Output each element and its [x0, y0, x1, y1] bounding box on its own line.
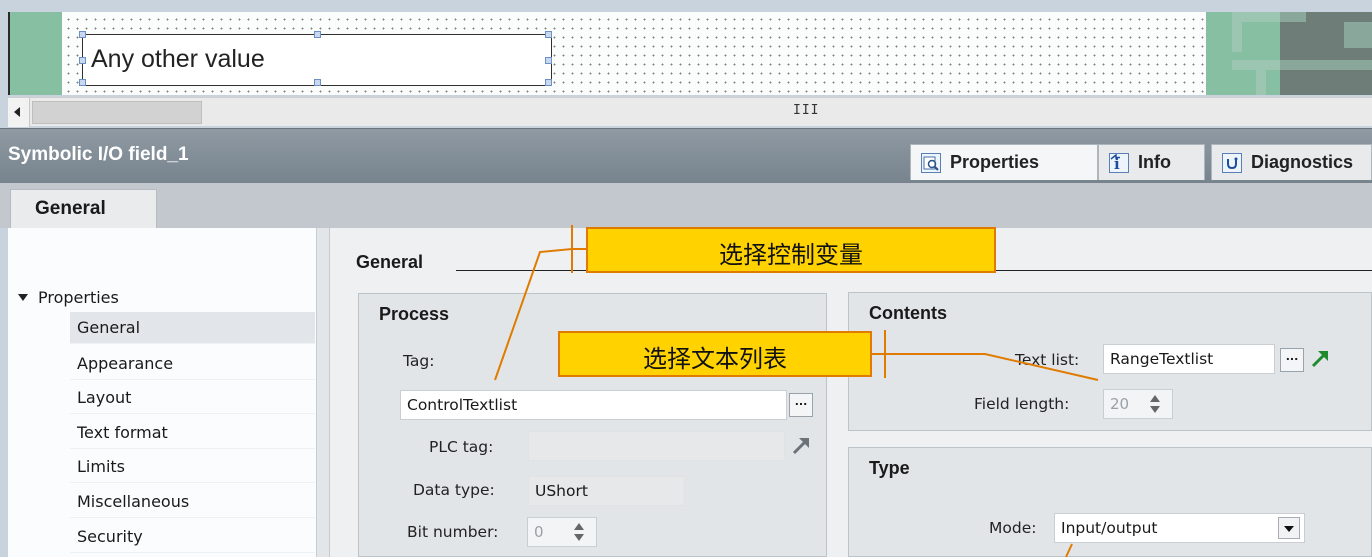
caret-down-icon[interactable] [18, 294, 28, 301]
nav-item-general[interactable]: General [70, 312, 315, 344]
stepper-up-icon[interactable] [1150, 395, 1160, 402]
inspector-title: Symbolic I/O field_1 [8, 144, 189, 165]
canvas-background-right [1206, 12, 1282, 95]
resize-handle[interactable] [314, 31, 321, 38]
contents-group-title: Contents [869, 303, 947, 323]
symbolic-io-field[interactable]: Any other value [79, 31, 552, 86]
canvas-shape [1256, 60, 1266, 95]
plc-tag-field [528, 431, 785, 461]
mode-label: Mode: [989, 519, 1037, 537]
property-navigation: Properties General Appearance Layout Tex… [8, 228, 318, 557]
scrollbar-thumb[interactable] [32, 101, 202, 124]
tab-general[interactable]: General [10, 189, 157, 229]
tag-label: Tag: [403, 352, 435, 370]
resize-handle[interactable] [79, 79, 86, 86]
field-length-value: 20 [1110, 395, 1130, 413]
resize-handle[interactable] [545, 31, 552, 38]
inspector-subtab-row: General [0, 183, 1372, 229]
type-group: Type Mode: Input/output [848, 447, 1372, 557]
tag-browse-button[interactable]: ... [789, 393, 813, 417]
stepper-down-icon[interactable] [1150, 406, 1160, 413]
resize-handle[interactable] [545, 57, 552, 64]
data-type-field: UShort [528, 476, 685, 506]
canvas-shape [1280, 60, 1372, 70]
canvas-shape [1280, 12, 1306, 22]
nav-item-text-format[interactable]: Text format [70, 417, 315, 449]
field-length-label: Field length: [974, 395, 1070, 413]
stepper-up-icon[interactable] [574, 523, 584, 530]
data-type-label: Data type: [413, 481, 495, 499]
bit-number-value: 0 [534, 523, 544, 541]
text-list-label: Text list: [1015, 351, 1080, 369]
scroll-left-arrow-icon[interactable] [8, 98, 30, 127]
inspector-window-header: Symbolic I/O field_1 Properties i Info D… [0, 128, 1372, 183]
goto-text-list-arrow-icon[interactable] [1310, 347, 1332, 369]
nav-item-appearance[interactable]: Appearance [70, 348, 315, 380]
nav-item-miscellaneous[interactable]: Miscellaneous [70, 486, 315, 518]
scrollbar-grip: III [793, 103, 820, 118]
resize-handle[interactable] [314, 79, 321, 86]
section-heading: General [356, 252, 424, 272]
tab-diagnostics-label: Diagnostics [1251, 152, 1354, 172]
nav-item-layout[interactable]: Layout [70, 382, 315, 414]
horizontal-scrollbar[interactable]: III [8, 97, 1372, 127]
mode-select[interactable]: Input/output [1054, 513, 1305, 543]
bit-number-stepper[interactable]: 0 [527, 517, 597, 547]
info-icon: i [1109, 152, 1129, 173]
nav-group-label: Properties [38, 288, 119, 307]
text-list-input[interactable]: RangeTextlist [1103, 344, 1275, 374]
plc-tag-label: PLC tag: [429, 438, 494, 456]
tab-diagnostics[interactable]: Diagnostics [1211, 144, 1372, 180]
screen-canvas[interactable]: Any other value [8, 12, 1372, 95]
chevron-down-icon[interactable] [1278, 517, 1300, 539]
properties-content: General Process Tag: ControlTextlist ...… [330, 228, 1372, 557]
field-length-stepper[interactable]: 20 [1103, 389, 1173, 419]
resize-handle[interactable] [79, 57, 86, 64]
tab-info-label: Info [1138, 152, 1171, 172]
resize-handle[interactable] [79, 31, 86, 38]
canvas-background-gray [1280, 12, 1372, 95]
canvas-background-left [10, 12, 62, 95]
resize-handle[interactable] [545, 79, 552, 86]
nav-group-properties[interactable]: Properties [18, 288, 119, 307]
tab-properties-label: Properties [950, 152, 1040, 172]
contents-group: Contents Text list: RangeTextlist ... Fi… [848, 292, 1372, 431]
screen-canvas-area: Any other value III [0, 0, 1372, 129]
text-list-browse-button[interactable]: ... [1280, 348, 1304, 372]
tab-info[interactable]: i Info [1098, 144, 1205, 180]
nav-splitter[interactable] [316, 228, 330, 557]
io-field-text: Any other value [91, 45, 265, 73]
mode-select-value: Input/output [1061, 519, 1158, 537]
tag-input[interactable]: ControlTextlist [400, 390, 787, 420]
type-group-title: Type [869, 458, 910, 478]
nav-item-limits[interactable]: Limits [70, 451, 315, 483]
callout-select-control-tag: 选择控制变量 [586, 227, 996, 273]
canvas-shape [1344, 22, 1372, 48]
stepper-down-icon[interactable] [574, 534, 584, 541]
callout-select-text-list: 选择文本列表 [558, 331, 872, 377]
diagnostics-icon [1222, 152, 1242, 173]
properties-icon [921, 152, 941, 173]
tab-properties[interactable]: Properties [910, 144, 1098, 180]
process-group-title: Process [379, 304, 450, 324]
goto-plc-tag-arrow-icon[interactable] [791, 434, 813, 456]
bit-number-label: Bit number: [407, 523, 499, 541]
canvas-shape [1232, 12, 1242, 52]
nav-item-security[interactable]: Security [70, 521, 315, 553]
